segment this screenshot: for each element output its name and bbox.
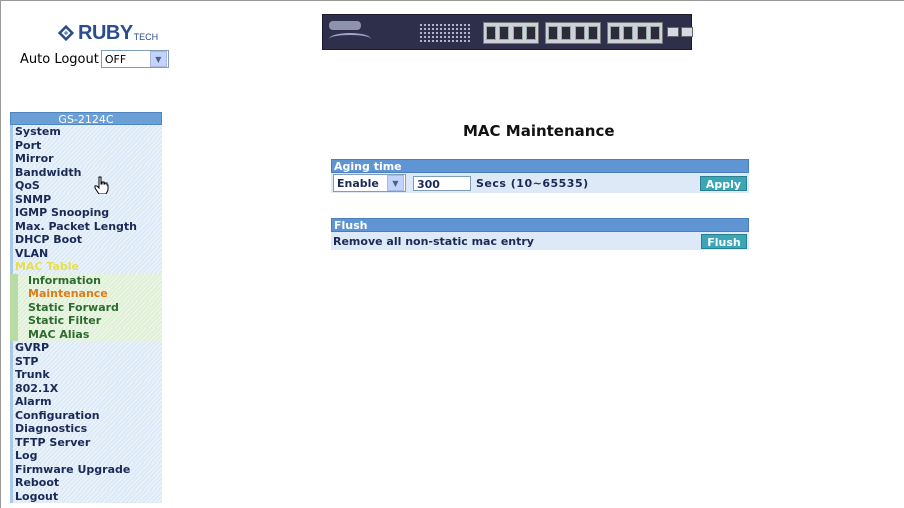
chevron-down-icon[interactable]: ▼: [387, 175, 404, 191]
sidebar-subitem-information[interactable]: Information: [10, 273, 162, 287]
sidebar-item-diagnostics[interactable]: Diagnostics: [10, 422, 162, 436]
sidebar-item-max-packet-length[interactable]: Max. Packet Length: [10, 219, 162, 233]
sidebar-title: GS-2124C: [10, 112, 162, 126]
sidebar-item-configuration[interactable]: Configuration: [10, 408, 162, 422]
auto-logout-label: Auto Logout: [20, 51, 99, 67]
flush-header: Flush: [331, 218, 749, 232]
port-group-icon: [545, 22, 601, 44]
sidebar-item-logout[interactable]: Logout: [10, 489, 162, 503]
sidebar-item-alarm[interactable]: Alarm: [10, 395, 162, 409]
flush-panel: Flush Remove all non-static mac entry Fl…: [331, 218, 749, 250]
aging-mode-value: Enable: [337, 176, 379, 190]
led-indicators-icon: [419, 23, 471, 43]
sidebar-item-log[interactable]: Log: [10, 449, 162, 463]
sidebar-subitem-maintenance[interactable]: Maintenance: [10, 287, 162, 301]
switch-front-panel-image: [322, 14, 693, 50]
device-swoosh-icon: [329, 33, 371, 45]
aging-time-input[interactable]: 300: [413, 175, 471, 191]
rubytech-logo: RUBY TECH: [57, 20, 158, 46]
sidebar-item-qos[interactable]: QoS: [10, 179, 162, 193]
sfp-port-icon: [667, 27, 679, 37]
apply-button[interactable]: Apply: [700, 176, 747, 191]
sidebar-item-vlan[interactable]: VLAN: [10, 246, 162, 260]
sidebar-subitem-static-forward[interactable]: Static Forward: [10, 300, 162, 314]
sidebar-item-reboot[interactable]: Reboot: [10, 476, 162, 490]
hand-cursor-icon: [94, 176, 109, 194]
sidebar-item-8021x[interactable]: 802.1X: [10, 381, 162, 395]
sidebar-subitem-mac-alias[interactable]: MAC Alias: [10, 327, 162, 341]
sidebar-item-gvrp[interactable]: GVRP: [10, 341, 162, 355]
sidebar-item-dhcp-boot[interactable]: DHCP Boot: [10, 233, 162, 247]
sidebar-item-igmp-snooping[interactable]: IGMP Snooping: [10, 206, 162, 220]
sidebar-item-mirror[interactable]: Mirror: [10, 152, 162, 166]
auto-logout: Auto Logout OFF ▼: [20, 50, 169, 68]
window-left-border: [0, 0, 1, 508]
port-group-icon: [607, 22, 663, 44]
window-top-border: [0, 0, 904, 1]
ruby-logo-icon: [57, 24, 75, 42]
sidebar-item-bandwidth[interactable]: Bandwidth: [10, 165, 162, 179]
aging-time-panel: Aging time Enable ▼ 300 Secs (10~65535) …: [331, 159, 749, 193]
sidebar-item-snmp[interactable]: SNMP: [10, 192, 162, 206]
flush-description: Remove all non-static mac entry: [333, 234, 534, 248]
sidebar-subitem-static-filter[interactable]: Static Filter: [10, 314, 162, 328]
auto-logout-select[interactable]: OFF ▼: [100, 50, 169, 68]
auto-logout-value: OFF: [104, 52, 127, 66]
sidebar-item-firmware-upgrade[interactable]: Firmware Upgrade: [10, 462, 162, 476]
aging-time-row: Enable ▼ 300 Secs (10~65535) Apply: [331, 173, 749, 193]
device-logo-icon: [329, 21, 361, 30]
aging-time-header: Aging time: [331, 159, 749, 173]
chevron-down-icon[interactable]: ▼: [149, 51, 167, 67]
sidebar-item-mac-table[interactable]: MAC Table: [10, 260, 162, 274]
sidebar-item-system[interactable]: System: [10, 125, 162, 139]
brand-suffix: TECH: [133, 32, 159, 42]
flush-button[interactable]: Flush: [701, 234, 747, 249]
sidebar-item-port[interactable]: Port: [10, 138, 162, 152]
page-title: MAC Maintenance: [463, 122, 615, 140]
aging-range-hint: Secs (10~65535): [476, 176, 589, 190]
sidebar-item-stp[interactable]: STP: [10, 354, 162, 368]
sidebar-item-tftp-server[interactable]: TFTP Server: [10, 435, 162, 449]
brand-name: RUBY: [78, 21, 133, 44]
flush-row: Remove all non-static mac entry Flush: [331, 232, 749, 250]
sfp-port-icon: [681, 27, 693, 37]
sidebar-menu: GS-2124C System Port Mirror Bandwidth Qo…: [10, 112, 162, 503]
port-group-icon: [483, 22, 539, 44]
aging-mode-select[interactable]: Enable ▼: [333, 174, 406, 192]
sidebar-item-trunk[interactable]: Trunk: [10, 368, 162, 382]
